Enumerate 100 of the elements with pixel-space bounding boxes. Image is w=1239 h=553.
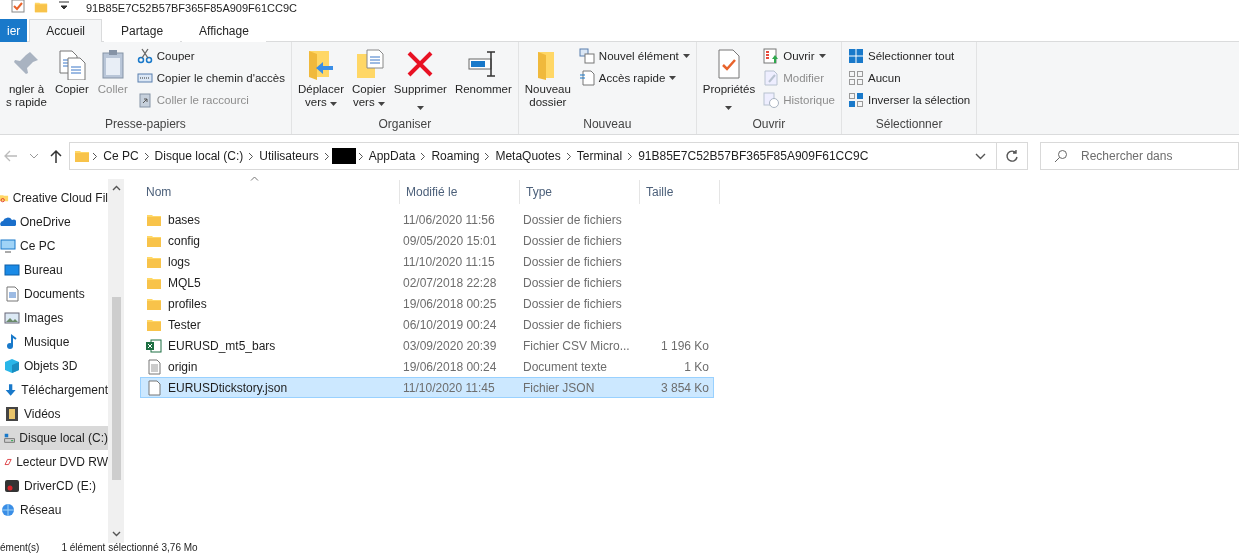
file-date: 03/09/2020 20:39 [402, 338, 498, 353]
column-header[interactable]: Nom [140, 180, 400, 204]
back-arrow-icon [4, 150, 19, 162]
button-label: Copier [351, 83, 386, 96]
ribbon-button[interactable]: Aucun [845, 68, 973, 88]
invert-selection-icon [847, 92, 864, 108]
column-header[interactable]: Taille [640, 180, 720, 204]
nav-item[interactable]: Documents [0, 282, 108, 306]
network-icon [0, 502, 16, 518]
ribbon-tab[interactable]: Accueil [29, 19, 103, 42]
nav-item[interactable]: Creative Cloud Fil [0, 186, 108, 210]
button-label: vers [305, 96, 337, 109]
button-label: Déplacer [297, 83, 344, 96]
file-date: 19/06/2018 00:24 [402, 359, 498, 374]
select-none-icon [847, 70, 864, 86]
scroll-up-icon[interactable] [111, 185, 121, 191]
breadcrumb[interactable]: MetaQuotes [492, 149, 564, 163]
file-row[interactable]: profiles 19/06/2018 00:25 Dossier de fichiers [140, 293, 714, 314]
file-type: Fichier CSV Micro... [522, 338, 631, 353]
address-field[interactable]: Ce PC Disque local (C:) Utilisateurs AppData Roaming MetaQuotes Terminal 91B85E7C52B57BF365F85A909F61CC9C [69, 142, 998, 170]
nav-item[interactable]: Téléchargement [0, 378, 108, 402]
folder-icon [74, 148, 91, 164]
file-tab[interactable]: ier [0, 19, 28, 42]
file-row[interactable]: EURUSD_mt5_bars 03/09/2020 20:39 Fichier CSV Micro... 1 196 Ko [140, 335, 714, 356]
ribbon-button[interactable]: Couper [134, 46, 287, 66]
file-date: 02/07/2018 22:28 [402, 275, 498, 290]
breadcrumb[interactable]: Ce PC [100, 149, 142, 163]
computer-icon [0, 238, 16, 254]
file-row[interactable]: Tester 06/10/2019 00:24 Dossier de fichiers [140, 314, 714, 335]
button-label: s rapide [6, 96, 47, 109]
file-row[interactable]: MQL5 02/07/2018 22:28 Dossier de fichiers [140, 272, 714, 293]
ribbon-button[interactable]: Copier le chemin d'accès [134, 68, 287, 88]
breadcrumb[interactable]: Disque local (C:) [151, 149, 247, 163]
nav-item[interactable]: Réseau [0, 498, 108, 522]
breadcrumb[interactable]: AppData [365, 149, 419, 163]
ribbon-button[interactable]: Copier vers [349, 46, 388, 117]
ribbon-button[interactable]: Supprimer [391, 46, 449, 117]
shortcut-icon [136, 92, 153, 108]
ribbon-button[interactable]: Propriétés [700, 46, 758, 117]
search-field[interactable]: Rechercher dans [1040, 142, 1239, 170]
file-row[interactable]: logs 11/10/2020 11:15 Dossier de fichiers [140, 251, 714, 272]
scissors-icon [136, 48, 153, 64]
nav-item[interactable]: Ce PC [0, 234, 108, 258]
scrollbar[interactable] [108, 179, 124, 543]
column-header[interactable]: Type [520, 180, 640, 204]
ribbon-button[interactable]: Accès rapide [576, 68, 692, 88]
ribbon-button[interactable]: Renommer [452, 46, 514, 117]
file-row[interactable]: config 09/05/2020 15:01 Dossier de fichiers [140, 230, 714, 251]
ribbon-button[interactable]: ngler à s rapide [4, 46, 49, 117]
file-date: 06/10/2019 00:24 [402, 317, 498, 332]
window-title: 91B85E7C52B57BF365F85A909F61CC9C [86, 2, 297, 14]
nav-item[interactable]: Lecteur DVD RW [0, 450, 108, 474]
ribbon-button[interactable]: Copier [52, 46, 91, 117]
document-icon [4, 286, 20, 302]
file-type: Dossier de fichiers [522, 233, 623, 248]
button-label: dossier [529, 96, 567, 109]
new-item-icon [578, 48, 595, 64]
selection-info: 1 élément sélectionné 3,76 Mo [61, 543, 198, 553]
file-name: origin [141, 358, 398, 375]
image-icon [4, 310, 20, 326]
ribbon-button[interactable]: Ouvrir [761, 46, 837, 66]
file-type: Document texte [522, 359, 609, 374]
item-count: ément(s) [0, 543, 40, 553]
button-label: Nouveau [524, 83, 571, 96]
file-row[interactable]: origin 19/06/2018 00:24 Document texte 1 Ko [140, 356, 714, 377]
file-row[interactable]: EURUSDtickstory.json 11/10/2020 11:45 Fichier JSON 3 854 Ko [140, 377, 714, 398]
open-icon [763, 48, 780, 64]
nav-item[interactable]: Vidéos [0, 402, 108, 426]
desktop-icon [4, 262, 20, 278]
ribbon-button[interactable]: Nouveau dossier [522, 46, 573, 117]
nav-item[interactable]: Objets 3D [0, 354, 108, 378]
ribbon-button[interactable]: Déplacer vers [295, 46, 346, 117]
group-label: Sélectionner [874, 117, 944, 133]
nav-item[interactable]: Images [0, 306, 108, 330]
scroll-down-icon[interactable] [111, 531, 121, 537]
ribbon-button[interactable]: Inverser la sélection [845, 90, 973, 110]
cube-icon [4, 358, 20, 374]
ribbon-button[interactable]: Sélectionner tout [845, 46, 973, 66]
select-all-icon [847, 48, 864, 64]
breadcrumb[interactable]: Terminal [573, 149, 626, 163]
file-name: bases [141, 211, 398, 228]
ribbon-button[interactable]: Nouvel élément [576, 46, 692, 66]
nav-item[interactable]: DriverCD (E:) [0, 474, 108, 498]
breadcrumb[interactable]: Utilisateurs [256, 149, 322, 163]
edit-icon [763, 70, 780, 86]
nav-item[interactable]: Bureau [0, 258, 108, 282]
chevron-icon [248, 151, 255, 161]
search-icon [1054, 149, 1068, 163]
spreadsheet-icon [146, 337, 162, 354]
nav-item[interactable]: Disque local (C:) [0, 426, 108, 450]
breadcrumb[interactable]: Roaming [428, 149, 483, 163]
file-row[interactable]: bases 11/06/2020 11:56 Dossier de fichiers [140, 209, 714, 230]
group-label: Nouveau [582, 117, 633, 133]
nav-item[interactable]: Musique [0, 330, 108, 354]
column-header[interactable]: Modifié le [400, 180, 520, 204]
refresh-button[interactable] [997, 142, 1028, 170]
nav-item[interactable]: OneDrive [0, 210, 108, 234]
breadcrumb[interactable]: 91B85E7C52B57BF365F85A909F61CC9C [635, 149, 872, 163]
button-label: Renommer [454, 83, 512, 96]
chevron-down-icon [29, 153, 38, 159]
